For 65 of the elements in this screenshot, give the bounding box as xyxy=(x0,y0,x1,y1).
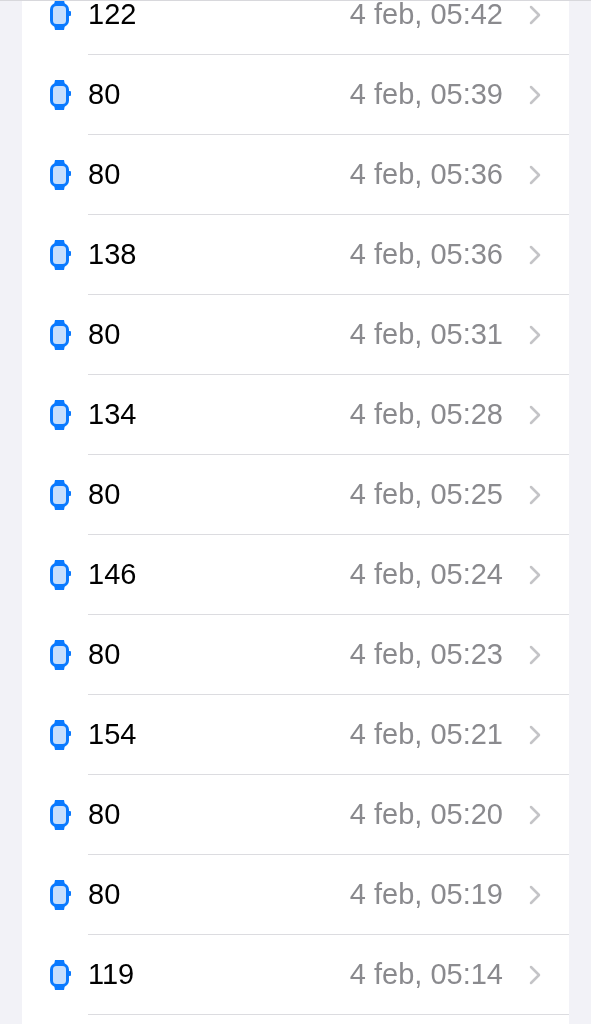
chevron-icon xyxy=(529,804,541,825)
watch-icon xyxy=(50,480,71,510)
reading-time: 4 feb, 05:23 xyxy=(349,636,503,672)
reading-row[interactable]: 138 4 feb, 05:36 xyxy=(22,215,569,295)
reading-row[interactable]: 80 4 feb, 05:20 xyxy=(22,775,569,855)
reading-row[interactable]: 146 4 feb, 05:24 xyxy=(22,535,569,615)
reading-value: 80 xyxy=(88,156,121,192)
reading-row[interactable]: 80 4 feb, 05:31 xyxy=(22,295,569,375)
chevron-icon xyxy=(529,404,541,425)
reading-value: 80 xyxy=(88,796,121,832)
reading-row[interactable]: 122 4 feb, 05:42 xyxy=(22,1,569,55)
reading-time: 4 feb, 05:42 xyxy=(349,1,503,32)
chevron-icon xyxy=(529,244,541,265)
chevron-icon xyxy=(529,724,541,745)
watch-icon xyxy=(50,240,71,270)
reading-time: 4 feb, 05:21 xyxy=(349,716,503,752)
reading-value: 138 xyxy=(88,236,137,272)
reading-row[interactable]: 134 4 feb, 05:28 xyxy=(22,375,569,455)
reading-value: 119 xyxy=(88,956,135,992)
reading-value: 80 xyxy=(88,636,121,672)
reading-value: 154 xyxy=(88,716,137,752)
watch-icon xyxy=(50,880,71,910)
reading-value: 80 xyxy=(88,316,121,352)
reading-row[interactable]: 154 4 feb, 05:21 xyxy=(22,695,569,775)
reading-row[interactable]: 80 4 feb, 05:23 xyxy=(22,615,569,695)
chevron-icon xyxy=(529,484,541,505)
chevron-icon xyxy=(529,884,541,905)
chevron-icon xyxy=(529,964,541,985)
reading-time: 4 feb, 05:28 xyxy=(349,396,503,432)
watch-icon xyxy=(50,720,71,750)
reading-row[interactable]: 80 4 feb, 05:25 xyxy=(22,455,569,535)
reading-time: 4 feb, 05:36 xyxy=(349,236,503,272)
chevron-icon xyxy=(529,644,541,665)
chevron-icon xyxy=(529,4,541,25)
reading-value: 80 xyxy=(88,876,121,912)
reading-time: 4 feb, 05:39 xyxy=(349,76,503,112)
watch-icon xyxy=(50,640,71,670)
reading-row[interactable]: 80 4 feb, 05:36 xyxy=(22,135,569,215)
chevron-icon xyxy=(529,324,541,345)
reading-row[interactable]: 80 4 feb, 05:19 xyxy=(22,855,569,935)
reading-value: 146 xyxy=(88,556,137,592)
watch-icon xyxy=(50,800,71,830)
reading-time: 4 feb, 05:31 xyxy=(349,316,503,352)
watch-icon xyxy=(50,1,71,30)
watch-icon xyxy=(50,80,71,110)
chevron-icon xyxy=(529,164,541,185)
reading-value: 80 xyxy=(88,476,121,512)
reading-row[interactable]: 119 4 feb, 05:14 xyxy=(22,935,569,1015)
reading-time: 4 feb, 05:20 xyxy=(349,796,503,832)
watch-icon xyxy=(50,560,71,590)
reading-time: 4 feb, 05:14 xyxy=(349,956,503,992)
reading-value: 134 xyxy=(88,396,137,432)
reading-value: 80 xyxy=(88,76,121,112)
chevron-icon xyxy=(529,564,541,585)
reading-time: 4 feb, 05:36 xyxy=(349,156,503,192)
reading-time: 4 feb, 05:25 xyxy=(349,476,503,512)
reading-time: 4 feb, 05:24 xyxy=(349,556,503,592)
watch-icon xyxy=(50,960,71,990)
watch-icon xyxy=(50,160,71,190)
watch-icon xyxy=(50,400,71,430)
watch-icon xyxy=(50,320,71,350)
reading-row[interactable]: 80 4 feb, 05:39 xyxy=(22,55,569,135)
chevron-icon xyxy=(529,84,541,105)
reading-time: 4 feb, 05:19 xyxy=(349,876,503,912)
reading-value: 122 xyxy=(88,1,137,32)
